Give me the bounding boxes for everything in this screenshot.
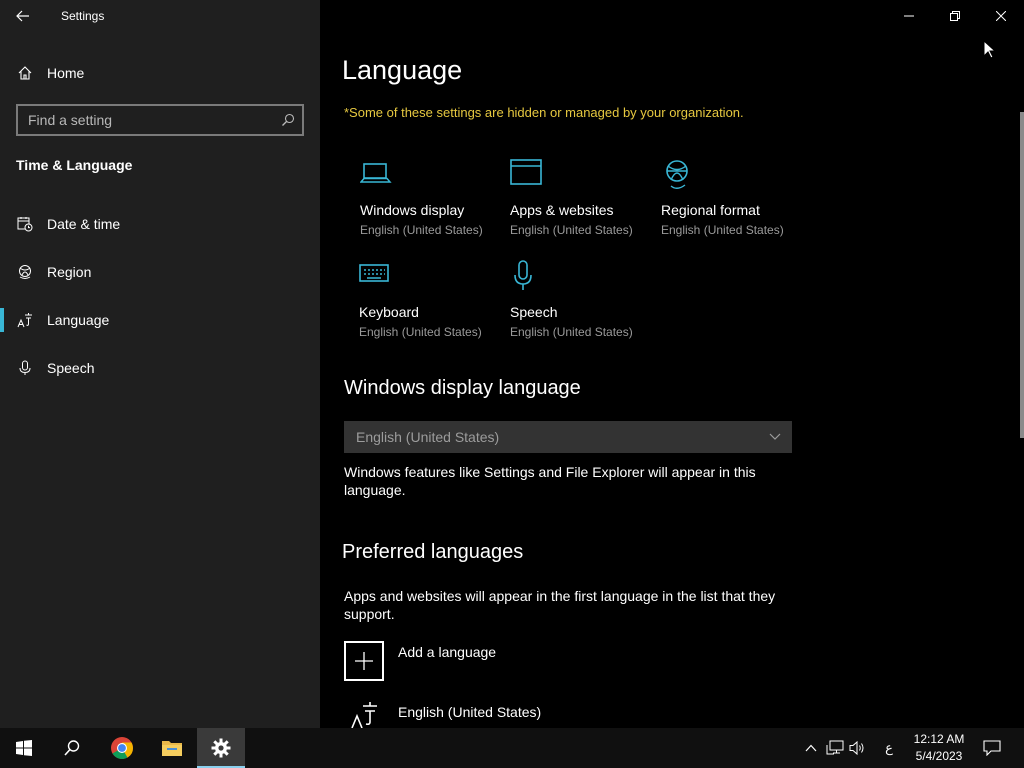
folder-icon bbox=[162, 741, 182, 756]
notification-icon bbox=[983, 740, 1001, 756]
language-name: English (United States) bbox=[398, 704, 542, 720]
search-icon[interactable] bbox=[274, 113, 302, 127]
keyboard-icon bbox=[359, 260, 509, 294]
sidebar-item-label: Date & time bbox=[47, 216, 121, 232]
microphone-icon bbox=[17, 360, 33, 376]
chrome-taskbar-button[interactable] bbox=[98, 728, 146, 768]
tile-keyboard[interactable]: Keyboard English (United States) bbox=[359, 260, 509, 339]
managed-warning: *Some of these settings are hidden or ma… bbox=[344, 105, 744, 120]
title-bar: Settings bbox=[0, 0, 320, 32]
plus-icon bbox=[344, 641, 384, 681]
input-indicator[interactable]: ع bbox=[878, 728, 900, 768]
sidebar-item-date-time[interactable]: Date & time bbox=[0, 200, 320, 248]
back-arrow-icon bbox=[16, 10, 29, 22]
network-tray-icon[interactable] bbox=[824, 728, 846, 768]
tile-title: Windows display bbox=[360, 202, 465, 218]
display-language-description: Windows features like Settings and File … bbox=[344, 464, 756, 498]
speaker-icon bbox=[849, 740, 864, 756]
tile-title: Speech bbox=[510, 304, 558, 320]
tile-speech[interactable]: Speech English (United States) bbox=[510, 260, 660, 339]
sidebar-item-speech[interactable]: Speech bbox=[0, 344, 320, 392]
minimize-icon bbox=[904, 15, 914, 17]
volume-tray-icon[interactable] bbox=[847, 728, 869, 768]
add-language-label: Add a language bbox=[398, 644, 497, 660]
globe-icon bbox=[17, 264, 33, 280]
restore-button[interactable] bbox=[932, 0, 978, 32]
display-language-dropdown[interactable]: English (United States) bbox=[344, 421, 792, 453]
sidebar-item-label: Region bbox=[47, 264, 92, 280]
language-list-item[interactable]: English (United States) bbox=[344, 700, 541, 728]
taskbar: ع 12:12 AM 5/4/2023 bbox=[0, 728, 1024, 768]
home-label: Home bbox=[47, 65, 85, 81]
laptop-icon bbox=[360, 158, 510, 192]
main-content: Language *Some of these settings are hid… bbox=[320, 0, 1024, 728]
preferred-languages-heading: Preferred languages bbox=[342, 541, 524, 563]
sidebar-item-language[interactable]: Language bbox=[0, 296, 320, 344]
tile-subtitle: English (United States) bbox=[360, 223, 483, 237]
add-language-button[interactable]: Add a language bbox=[344, 641, 496, 681]
tile-regional-format[interactable]: Regional format English (United States) bbox=[661, 158, 811, 237]
sidebar-nav: Date & time Region Language Speech bbox=[0, 200, 320, 392]
search-input[interactable] bbox=[18, 111, 274, 129]
start-button[interactable] bbox=[0, 728, 48, 768]
action-center-button[interactable] bbox=[980, 728, 1004, 768]
display-language-heading: Windows display language bbox=[344, 377, 581, 399]
close-button[interactable] bbox=[978, 0, 1024, 32]
scrollbar[interactable] bbox=[1020, 112, 1024, 438]
search-box[interactable] bbox=[16, 104, 304, 136]
gear-icon bbox=[211, 738, 231, 758]
tile-subtitle: English (United States) bbox=[510, 325, 633, 339]
windows-logo-icon bbox=[16, 740, 32, 756]
close-icon bbox=[996, 11, 1006, 21]
chrome-icon bbox=[111, 737, 133, 759]
nav-home[interactable]: Home bbox=[0, 56, 320, 90]
chevron-up-icon bbox=[805, 744, 817, 752]
home-icon bbox=[17, 65, 33, 81]
sidebar-item-label: Language bbox=[47, 312, 110, 328]
tile-title: Keyboard bbox=[359, 304, 419, 320]
taskbar-search-button[interactable] bbox=[48, 728, 96, 768]
tile-title: Regional format bbox=[661, 202, 760, 218]
tile-windows-display[interactable]: Windows display English (United States) bbox=[360, 158, 510, 237]
show-hidden-icons-button[interactable] bbox=[802, 728, 820, 768]
tile-title: Apps & websites bbox=[510, 202, 614, 218]
globe-icon bbox=[661, 158, 811, 192]
settings-taskbar-button[interactable] bbox=[197, 728, 245, 768]
preferred-languages-description: Apps and websites will appear in the fir… bbox=[344, 588, 776, 622]
clock-time: 12:12 AM bbox=[913, 732, 965, 746]
sidebar-item-region[interactable]: Region bbox=[0, 248, 320, 296]
calendar-clock-icon bbox=[17, 216, 33, 232]
file-explorer-taskbar-button[interactable] bbox=[148, 728, 196, 768]
tile-subtitle: English (United States) bbox=[661, 223, 784, 237]
browser-window-icon bbox=[510, 158, 660, 192]
tile-apps-websites[interactable]: Apps & websites English (United States) bbox=[510, 158, 660, 237]
minimize-button[interactable] bbox=[886, 0, 932, 32]
network-icon bbox=[826, 740, 844, 755]
page-title: Language bbox=[342, 55, 463, 85]
restore-icon bbox=[950, 11, 960, 21]
language-icon bbox=[344, 700, 384, 728]
section-title: Time & Language bbox=[16, 157, 133, 173]
mouse-cursor-icon bbox=[983, 40, 997, 59]
app-title: Settings bbox=[61, 9, 105, 23]
chevron-down-icon bbox=[758, 433, 792, 441]
window-controls bbox=[886, 0, 1024, 32]
back-button[interactable] bbox=[0, 0, 46, 32]
tile-subtitle: English (United States) bbox=[510, 223, 633, 237]
sidebar: Settings Home Time & Language Date & tim… bbox=[0, 0, 320, 728]
tile-subtitle: English (United States) bbox=[359, 325, 482, 339]
language-icon bbox=[17, 312, 33, 328]
clock-date: 5/4/2023 bbox=[915, 749, 963, 763]
dropdown-value: English (United States) bbox=[356, 429, 500, 445]
sidebar-item-label: Speech bbox=[47, 360, 95, 376]
clock[interactable]: 12:12 AM 5/4/2023 bbox=[910, 731, 968, 765]
microphone-icon bbox=[510, 260, 660, 294]
search-icon bbox=[64, 740, 80, 756]
